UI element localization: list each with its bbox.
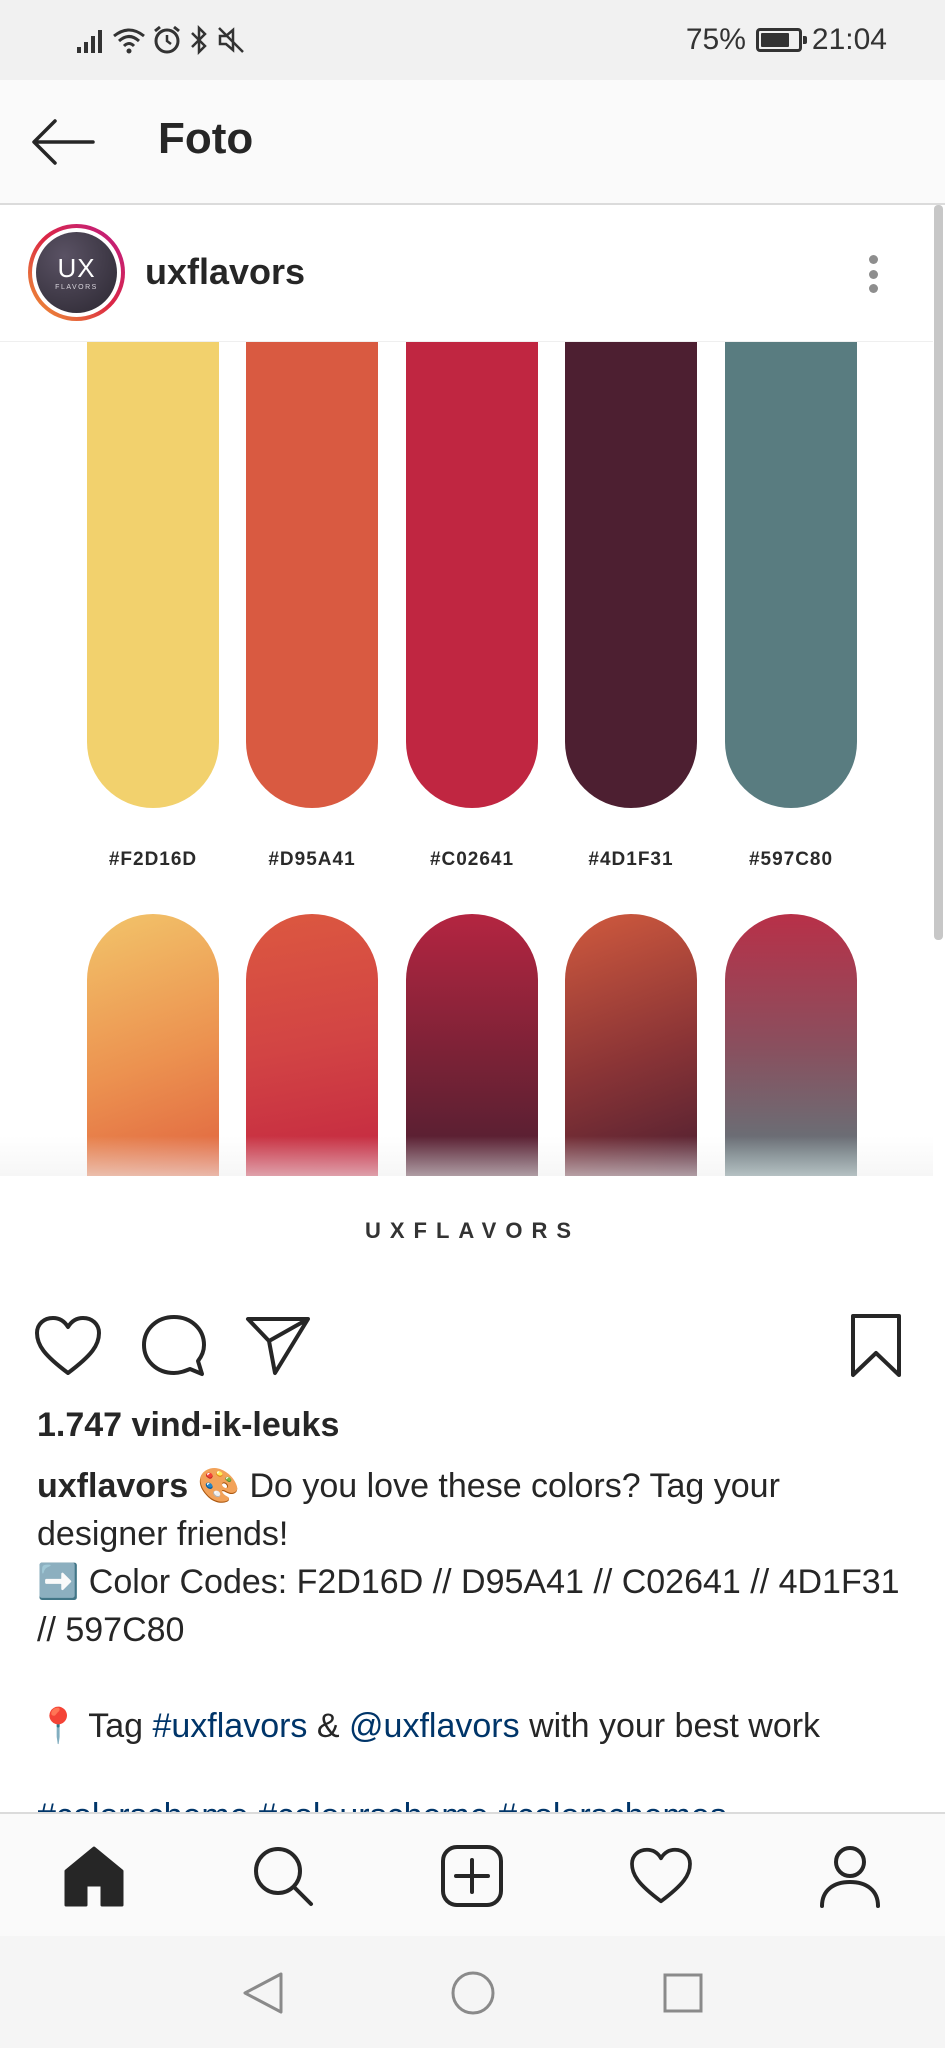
app-header: Foto bbox=[0, 80, 945, 205]
brand-text: UXFLAVORS bbox=[364, 1218, 581, 1243]
comment-icon bbox=[142, 1315, 206, 1376]
nav-search[interactable] bbox=[247, 1840, 319, 1912]
mute-icon bbox=[218, 27, 244, 53]
signal-icon bbox=[77, 30, 102, 53]
mention-link[interactable]: @uxflavors bbox=[349, 1707, 520, 1745]
color-swatch bbox=[406, 342, 538, 808]
hex-label: #C02641 bbox=[429, 849, 515, 870]
status-icons bbox=[76, 22, 246, 58]
square-recents-icon bbox=[663, 1973, 703, 2013]
hex-label: #D95A41 bbox=[268, 849, 356, 870]
caption-username[interactable]: uxflavors bbox=[37, 1467, 188, 1505]
nav-home[interactable] bbox=[58, 1840, 130, 1912]
color-swatch bbox=[565, 342, 697, 808]
status-right: 75% 21:04 bbox=[686, 22, 887, 58]
person-icon bbox=[820, 1846, 880, 1908]
post-header: UX FLAVORS uxflavors bbox=[0, 205, 933, 342]
avatar-logo: UX FLAVORS bbox=[36, 232, 117, 313]
pin-emoji: 📍 bbox=[37, 1707, 80, 1745]
system-home-button[interactable] bbox=[446, 1966, 500, 2020]
more-options-button[interactable] bbox=[853, 249, 893, 299]
page-title: Foto bbox=[158, 114, 254, 163]
home-icon bbox=[64, 1846, 124, 1907]
caption-tag-line: 📍 Tag #uxflavors & @uxflavors with your … bbox=[37, 1707, 821, 1745]
arrow-left-icon bbox=[32, 119, 95, 165]
share-button[interactable] bbox=[242, 1310, 314, 1382]
search-icon bbox=[254, 1847, 313, 1906]
avatar-logo-text: UX bbox=[57, 252, 96, 283]
caption-line-2: Color Codes: F2D16D // D95A41 // C02641 … bbox=[37, 1563, 900, 1649]
hex-label: #F2D16D bbox=[108, 849, 198, 870]
save-button[interactable] bbox=[840, 1310, 912, 1382]
hashtag-link[interactable]: #uxflavors bbox=[152, 1707, 307, 1745]
battery-icon bbox=[755, 28, 807, 52]
wifi-icon bbox=[113, 28, 145, 54]
palette-emoji: 🎨 bbox=[197, 1467, 240, 1505]
system-back-button[interactable] bbox=[236, 1966, 290, 2020]
nav-profile[interactable] bbox=[814, 1840, 886, 1912]
brand-watermark: UXFLAVORS bbox=[0, 1176, 945, 1286]
bookmark-icon bbox=[851, 1314, 901, 1377]
color-swatch bbox=[87, 342, 219, 808]
post-username[interactable]: uxflavors bbox=[145, 251, 305, 293]
alarm-icon bbox=[154, 25, 180, 54]
post-caption: uxflavors 🎨 Do you love these colors? Ta… bbox=[37, 1462, 907, 1750]
hashtag-list[interactable]: #colorscheme #colourscheme #colorschemes bbox=[37, 1792, 917, 1812]
avatar-logo-subtext: FLAVORS bbox=[55, 283, 98, 291]
like-count[interactable]: 1.747 vind-ik-leuks bbox=[37, 1406, 339, 1445]
battery-percent: 75% bbox=[685, 23, 746, 56]
arrow-emoji: ➡️ bbox=[37, 1563, 80, 1601]
hex-label: #597C80 bbox=[748, 849, 834, 870]
system-recents-button[interactable] bbox=[656, 1966, 710, 2020]
post-image[interactable]: #F2D16D #D95A41 #C02641 #4D1F31 #597C80 bbox=[0, 342, 933, 1176]
nav-activity[interactable] bbox=[625, 1840, 697, 1912]
color-swatch bbox=[725, 342, 857, 808]
like-button[interactable] bbox=[32, 1310, 104, 1382]
status-bar: 75% 21:04 bbox=[0, 0, 945, 80]
heart-icon bbox=[630, 1847, 692, 1904]
bluetooth-icon bbox=[191, 25, 207, 55]
color-swatch bbox=[246, 342, 378, 808]
bottom-nav bbox=[0, 1812, 945, 1936]
scrollbar[interactable] bbox=[934, 205, 943, 940]
comment-button[interactable] bbox=[138, 1310, 210, 1382]
paper-plane-icon bbox=[246, 1317, 310, 1375]
hex-label: #4D1F31 bbox=[588, 849, 674, 870]
heart-icon bbox=[35, 1316, 101, 1375]
plus-square-icon bbox=[441, 1845, 503, 1907]
triangle-back-icon bbox=[243, 1972, 283, 2014]
system-nav-bar bbox=[0, 1936, 945, 2048]
avatar[interactable]: UX FLAVORS bbox=[28, 224, 125, 321]
back-button[interactable] bbox=[28, 110, 98, 174]
nav-add-post[interactable] bbox=[436, 1840, 508, 1912]
clock: 21:04 bbox=[811, 23, 887, 56]
circle-home-icon bbox=[451, 1971, 495, 2015]
more-vertical-icon bbox=[868, 255, 878, 264]
